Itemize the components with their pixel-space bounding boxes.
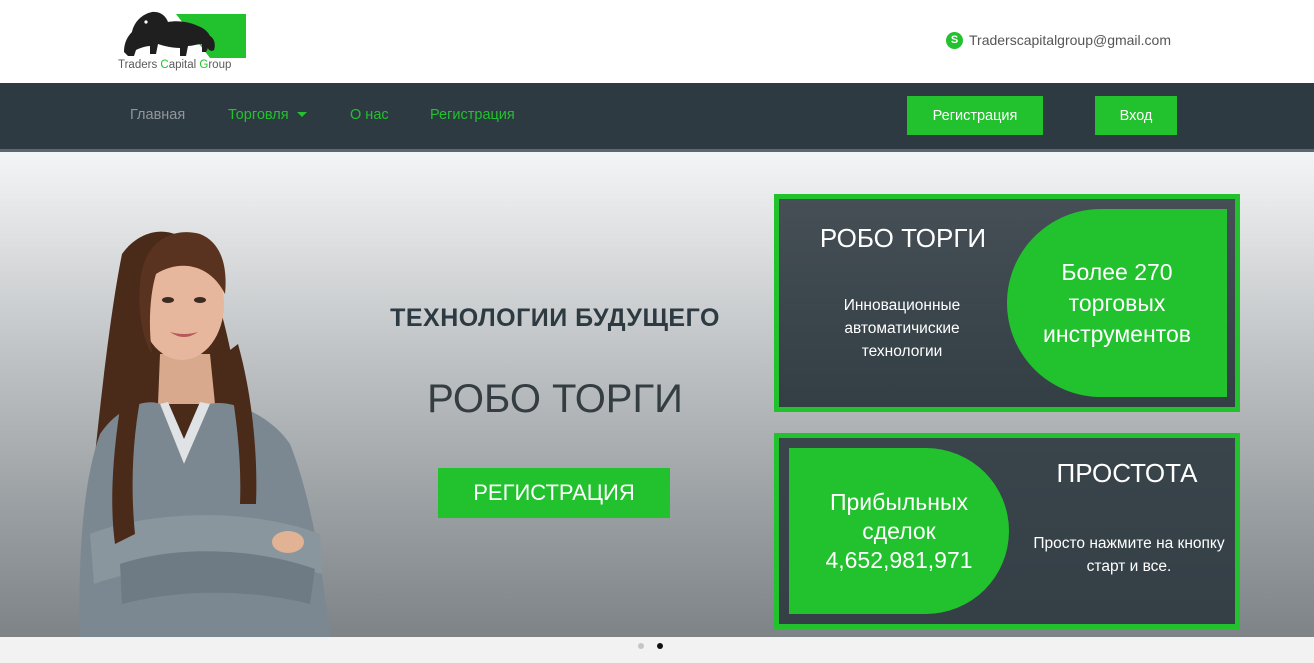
- card-title: РОБО ТОРГИ: [819, 223, 987, 253]
- nav-item-trading-label: Торговля: [228, 107, 289, 123]
- profit-deals-count: 4,652,981,971: [825, 546, 973, 573]
- card-highlight: Прибыльных сделок 4,652,981,971: [789, 448, 1009, 614]
- logo-wordmark: Traders Capital Group: [118, 59, 232, 71]
- hero-heading: ТЕХНОЛОГИИ БУДУЩЕГО: [390, 304, 720, 332]
- company-logo[interactable]: Traders Capital Group: [118, 8, 250, 76]
- card-title: ПРОСТОТА: [1056, 458, 1198, 488]
- hero-register-button[interactable]: РЕГИСТРАЦИЯ: [438, 468, 670, 518]
- lion-logo-icon: [124, 11, 246, 58]
- hero-subheading: РОБО ТОРГИ: [427, 377, 683, 421]
- card-description: Инновационные автоматичиские технологии: [843, 297, 961, 360]
- card-highlight-text: Более 270 торговых инструментов: [1043, 258, 1191, 347]
- nav-item-home[interactable]: Главная: [130, 83, 185, 149]
- nav-item-about[interactable]: О нас: [350, 83, 389, 149]
- hero-slider: ТЕХНОЛОГИИ БУДУЩЕГО РОБО ТОРГИ РЕГИСТРАЦ…: [0, 152, 1314, 637]
- nav-item-trading[interactable]: Торговля: [228, 83, 307, 149]
- main-navbar: Главная Торговля О нас Регистрация Регис…: [0, 83, 1314, 149]
- login-button[interactable]: Вход: [1095, 96, 1177, 135]
- contact-email[interactable]: Traderscapitalgroup@gmail.com: [969, 32, 1171, 48]
- feature-card-robo: РОБО ТОРГИ Инновационные автоматичиские …: [774, 194, 1240, 412]
- profit-deals-label: Прибыльных сделок: [829, 488, 968, 544]
- slider-pagination: [0, 637, 1314, 663]
- businesswoman-photo: [79, 231, 331, 637]
- nav-item-registration[interactable]: Регистрация: [430, 83, 515, 149]
- chevron-down-icon: [296, 111, 307, 117]
- site-header: Traders Capital Group S Traderscapitalgr…: [0, 0, 1314, 83]
- card-description: Просто нажмите на кнопку старт и все.: [1033, 535, 1225, 575]
- skype-icon: S: [946, 31, 963, 49]
- contact-info: S Traderscapitalgroup@gmail.com: [946, 30, 1171, 50]
- slider-dot-2[interactable]: [657, 643, 663, 649]
- feature-card-simplicity: Прибыльных сделок 4,652,981,971 ПРОСТОТА…: [774, 433, 1240, 629]
- card-highlight: Более 270 торговых инструментов: [1007, 209, 1227, 397]
- slider-dot-1[interactable]: [638, 643, 644, 649]
- register-button[interactable]: Регистрация: [907, 96, 1043, 135]
